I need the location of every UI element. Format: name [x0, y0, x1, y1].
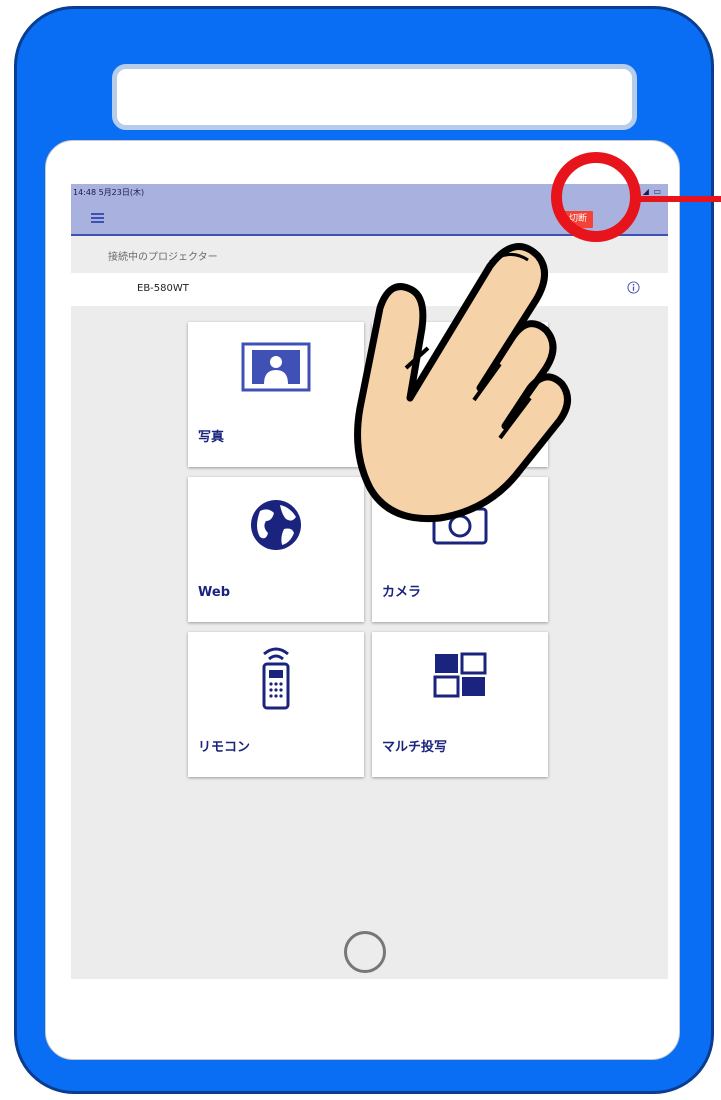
- home-button[interactable]: [344, 931, 386, 973]
- tile-multi-projection-label: マルチ投写: [382, 740, 448, 755]
- callout-line: [640, 196, 721, 202]
- multi-projection-icon: [433, 652, 487, 698]
- pointing-hand-icon: [354, 243, 571, 523]
- globe-icon: [251, 500, 301, 550]
- photo-icon: [241, 342, 311, 392]
- tile-remote[interactable]: リモコン: [188, 632, 364, 777]
- remote-control-icon: [262, 647, 290, 710]
- tile-camera-label: カメラ: [382, 585, 422, 600]
- speaker-bar: [112, 64, 637, 130]
- status-time: 14:48 5月23日(木): [73, 188, 145, 197]
- tile-web[interactable]: Web: [188, 477, 364, 622]
- projector-name: EB-580WT: [137, 283, 189, 294]
- highlight-circle: [551, 152, 641, 242]
- tile-photo[interactable]: 写真: [188, 322, 364, 467]
- tile-photo-label: 写真: [198, 430, 225, 445]
- hamburger-menu-icon[interactable]: [91, 213, 104, 223]
- section-header-label: 接続中のプロジェクター: [108, 252, 218, 263]
- tile-remote-label: リモコン: [198, 740, 251, 755]
- tile-web-label: Web: [198, 585, 230, 600]
- tile-multi-projection[interactable]: マルチ投写: [372, 632, 548, 777]
- info-icon[interactable]: [627, 281, 640, 294]
